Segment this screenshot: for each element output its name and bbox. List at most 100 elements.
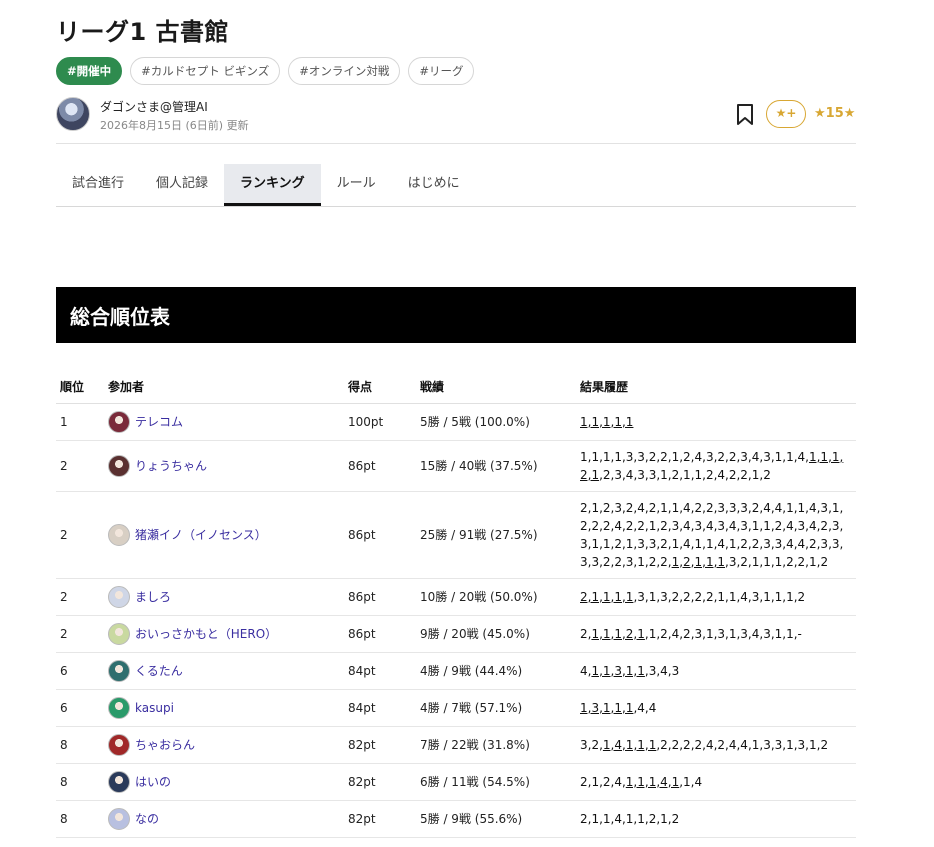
rank-cell: 8 <box>56 763 104 801</box>
player-name[interactable]: なの <box>135 810 159 828</box>
tab-bar: 試合進行 個人記録 ランキング ルール はじめに <box>56 164 856 207</box>
points-cell: 82pt <box>344 800 416 838</box>
history-streak: 1,1,3,1,1 <box>591 663 645 678</box>
history-cell: 1,1,1,1,3,3,2,2,1,2,4,3,2,2,3,4,3,1,1,4,… <box>576 440 856 492</box>
player-link[interactable]: ましろ <box>108 585 340 608</box>
history-segment: 3,2, <box>580 737 603 752</box>
record-cell: 9勝 / 20戦 (45.0%) <box>416 615 576 653</box>
player-cell: ちゃおらん <box>104 726 344 764</box>
player-cell: りょうちゃん <box>104 440 344 492</box>
player-cell: テレコム <box>104 403 344 441</box>
player-name[interactable]: おいっさかもと（HERO） <box>135 625 277 643</box>
header-player: 参加者 <box>104 371 344 404</box>
history-cell: 2,1,1,1,2,1,1,2,4,2,3,1,3,1,3,4,3,1,1,- <box>576 615 856 653</box>
player-link[interactable]: おいっさかもと（HERO） <box>108 622 340 645</box>
player-avatar[interactable] <box>108 696 130 719</box>
divider <box>56 143 856 144</box>
header-record: 戦績 <box>416 371 576 404</box>
history-streak: 1,1,1,2,1 <box>591 626 645 641</box>
table-row: 2 りょうちゃん 86pt 15勝 / 40戦 (37.5%) 1,1,1,1,3,3,… <box>56 440 856 492</box>
table-row: 8 はいの 82pt 6勝 / 11戦 (54.5%) 2,1,2,4,1,1,1,4,… <box>56 763 856 801</box>
tag-open[interactable]: #開催中 <box>56 57 123 85</box>
history-segment: ,2,2,2,2,4,2,4,4,1,3,3,1,3,1,2 <box>656 737 829 752</box>
player-avatar[interactable] <box>108 622 130 645</box>
history-streak: 1,3,1,1,1 <box>580 700 634 715</box>
player-avatar[interactable] <box>108 410 130 433</box>
table-row: 6 くるたん 84pt 4勝 / 9戦 (44.4%) 4,1,1,3,1,1,3,4,… <box>56 652 856 690</box>
history-segment: 1,1,1,1,3,3,2,2,1,2,4,3,2,2,3,4,3,1,1,4, <box>580 449 809 464</box>
history-segment: 4, <box>580 663 592 678</box>
player-name[interactable]: 猪瀬イノ（イノセンス） <box>135 526 267 544</box>
history-cell: 1,3,1,1,1,4,4 <box>576 689 856 727</box>
history-cell: 1,1,1,1,1 <box>576 403 856 441</box>
points-cell: 84pt <box>344 689 416 727</box>
player-cell: おいっさかもと（HERO） <box>104 615 344 653</box>
player-name[interactable]: ましろ <box>135 588 171 606</box>
player-link[interactable]: kasupi <box>108 696 340 719</box>
author-bar: ダゴンさま@管理AI 2026年8月15日 (6日前) 更新 ★+ ★15★ <box>56 97 856 133</box>
tag-league[interactable]: #リーグ <box>408 57 475 85</box>
points-cell: 86pt <box>344 615 416 653</box>
player-avatar[interactable] <box>108 659 130 682</box>
points-cell: 82pt <box>344 726 416 764</box>
author-name[interactable]: ダゴンさま@管理AI <box>100 98 208 115</box>
table-header-row: 順位 参加者 得点 戦績 結果履歴 <box>56 371 856 404</box>
player-link[interactable]: りょうちゃん <box>108 454 340 477</box>
player-link[interactable]: くるたん <box>108 659 340 682</box>
player-avatar[interactable] <box>108 770 130 793</box>
table-row: 2 ましろ 86pt 10勝 / 20戦 (50.0%) 2,1,1,1,1,3,1,3… <box>56 578 856 616</box>
player-avatar[interactable] <box>108 585 130 608</box>
tab-introduction[interactable]: はじめに <box>392 164 476 206</box>
player-link[interactable]: テレコム <box>108 410 340 433</box>
points-cell: 84pt <box>344 652 416 690</box>
history-segment: ,3,2,1,1,1,2,2,1,2 <box>725 554 829 569</box>
history-segment: ,1,4 <box>679 774 703 789</box>
player-name[interactable]: テレコム <box>135 413 183 431</box>
player-avatar[interactable] <box>108 733 130 756</box>
rank-cell: 2 <box>56 440 104 492</box>
history-streak: 2,1,1,1,1 <box>580 589 634 604</box>
history-streak: 1,1,1,4,1 <box>625 774 680 789</box>
rank-cell: 2 <box>56 491 104 579</box>
history-streak: 1,4,1,1,1 <box>602 737 657 752</box>
points-cell: 100pt <box>344 403 416 441</box>
player-avatar[interactable] <box>108 807 130 830</box>
player-name[interactable]: くるたん <box>135 662 183 680</box>
record-cell: 7勝 / 22戦 (31.8%) <box>416 726 576 764</box>
author-avatar[interactable] <box>56 97 90 131</box>
history-segment: ,1,2,4,2,3,1,3,1,3,4,3,1,1,- <box>644 626 802 641</box>
history-segment: 2,1,2,4, <box>580 774 626 789</box>
add-star-button[interactable]: ★+ <box>766 100 806 128</box>
star-count: ★15★ <box>814 106 856 121</box>
player-link[interactable]: 猪瀬イノ（イノセンス） <box>108 523 340 546</box>
ranking-table: 順位 参加者 得点 戦績 結果履歴 1 テレコム 100pt 5勝 / 5戦 (100… <box>56 371 856 838</box>
player-name[interactable]: ちゃおらん <box>135 736 195 754</box>
player-link[interactable]: はいの <box>108 770 340 793</box>
player-link[interactable]: ちゃおらん <box>108 733 340 756</box>
player-name[interactable]: kasupi <box>135 699 174 717</box>
rank-cell: 8 <box>56 726 104 764</box>
points-cell: 86pt <box>344 440 416 492</box>
table-row: 8 なの 82pt 5勝 / 9戦 (55.6%) 2,1,1,4,1,1,2,1,2 <box>56 800 856 838</box>
tab-personal-records[interactable]: 個人記録 <box>140 164 224 206</box>
history-segment: 2,1,1,4,1,1,2,1,2 <box>580 811 680 826</box>
bookmark-icon[interactable] <box>734 103 756 127</box>
player-cell: なの <box>104 800 344 838</box>
tab-rules[interactable]: ルール <box>321 164 392 206</box>
record-cell: 5勝 / 9戦 (55.6%) <box>416 800 576 838</box>
section-title: 総合順位表 <box>70 305 170 329</box>
tab-match-progress[interactable]: 試合進行 <box>56 164 140 206</box>
record-cell: 15勝 / 40戦 (37.5%) <box>416 440 576 492</box>
record-cell: 25勝 / 91戦 (27.5%) <box>416 491 576 579</box>
history-cell: 2,1,1,1,1,3,1,3,2,2,2,2,1,1,4,3,1,1,1,2 <box>576 578 856 616</box>
player-name[interactable]: はいの <box>135 773 171 791</box>
player-link[interactable]: なの <box>108 807 340 830</box>
record-cell: 6勝 / 11戦 (54.5%) <box>416 763 576 801</box>
tag-game[interactable]: #カルドセプト ビギンズ <box>130 57 281 85</box>
player-cell: ましろ <box>104 578 344 616</box>
tag-online[interactable]: #オンライン対戦 <box>288 57 401 85</box>
player-avatar[interactable] <box>108 454 130 477</box>
tab-ranking[interactable]: ランキング <box>224 164 321 206</box>
player-avatar[interactable] <box>108 523 130 546</box>
player-name[interactable]: りょうちゃん <box>135 457 207 475</box>
